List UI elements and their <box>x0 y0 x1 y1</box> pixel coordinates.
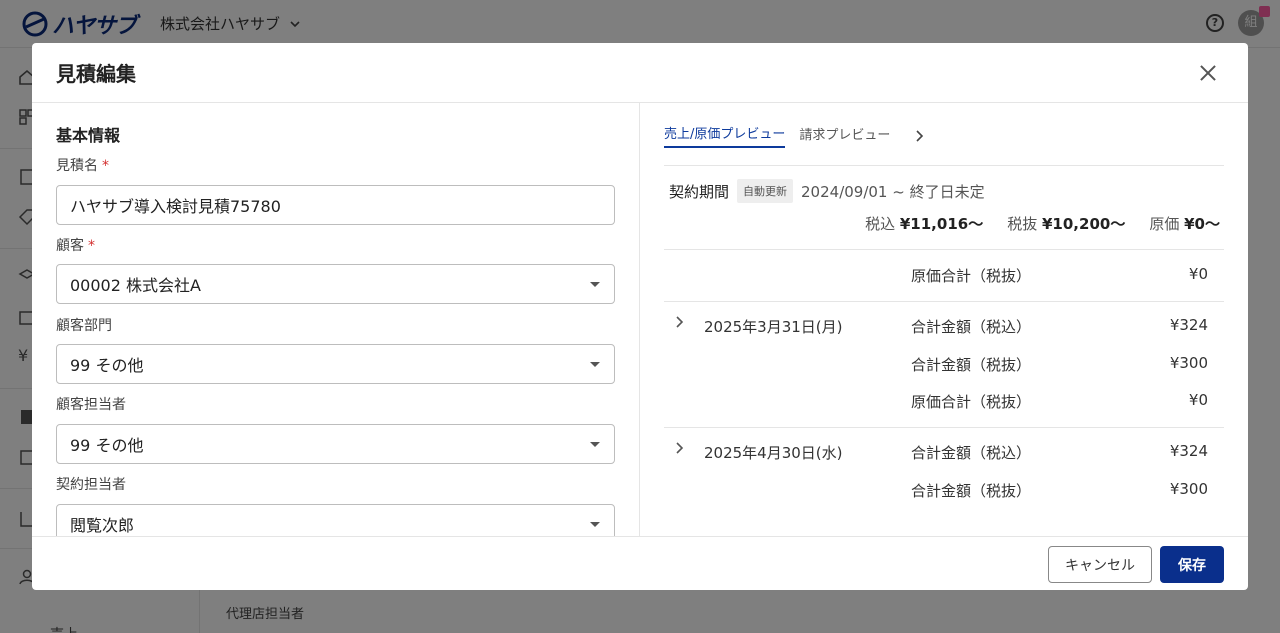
customer-contact-label: 顧客担当者 <box>56 394 126 414</box>
cancel-button[interactable]: キャンセル <box>1048 546 1152 583</box>
line-label: 合計金額（税抜） <box>911 356 1032 374</box>
field-value: 99 その他 <box>70 356 144 375</box>
preview-tabs: 売上/原価プレビュー 請求プレビュー <box>664 123 926 148</box>
summary-cost-value: ¥0 <box>1188 265 1208 283</box>
period-date: 2025年4月30日(水) <box>704 444 843 462</box>
customer-department-select[interactable]: 99 その他 <box>56 344 615 384</box>
dropdown-arrow-icon <box>590 282 600 287</box>
contract-period-label: 契約期間 <box>669 182 730 201</box>
field-label-text: 顧客担当者 <box>56 397 126 413</box>
tab-sales-cost-preview[interactable]: 売上/原価プレビュー <box>664 123 786 148</box>
field-label-text: 見積名 <box>56 158 98 174</box>
field-label-text: 契約担当者 <box>56 477 126 493</box>
customer-select[interactable]: 00002 株式会社A <box>56 264 615 304</box>
total-label: 原価 <box>1149 215 1180 233</box>
dropdown-arrow-icon <box>590 442 600 447</box>
field-label-text: 顧客 <box>56 238 84 254</box>
customer-department-label: 顧客部門 <box>56 315 112 335</box>
divider <box>664 427 1224 428</box>
contract-owner-label: 契約担当者 <box>56 474 126 494</box>
period-date: 2025年3月31日(月) <box>704 318 843 336</box>
line-value: ¥324 <box>1169 442 1208 460</box>
preview-pane[interactable]: 売上/原価プレビュー 請求プレビュー 契約期間 自動更新 2024/09/01 … <box>640 103 1248 536</box>
dropdown-arrow-icon <box>590 522 600 527</box>
dialog-body: 基本情報 見積名 * ハヤサブ導入検討見積75780 顧客 * 00002 株式会社… <box>32 103 1248 536</box>
line-label: 合計金額（税込） <box>911 444 1032 462</box>
field-label-text: 顧客部門 <box>56 318 112 334</box>
required-mark: * <box>102 158 109 174</box>
customer-contact-select[interactable]: 99 その他 <box>56 424 615 464</box>
field-value: 99 その他 <box>70 436 144 455</box>
total-tax-incl: 税込 ¥11,016〜 <box>865 213 983 234</box>
line-value: ¥300 <box>1169 354 1208 372</box>
total-value: ¥11,016〜 <box>899 215 984 233</box>
total-tax-excl: 税抜 ¥10,200〜 <box>1007 213 1125 234</box>
dialog-footer: キャンセル 保存 <box>32 536 1248 590</box>
summary-cost-label: 原価合計（税抜） <box>911 267 1032 285</box>
total-label: 税抜 <box>1007 215 1038 233</box>
estimate-edit-dialog: 見積編集 基本情報 見積名 * ハヤサブ導入検討見積75780 顧客 * 00002… <box>32 43 1248 590</box>
chevron-right-icon[interactable] <box>912 129 926 143</box>
section-title: 基本情報 <box>56 126 121 145</box>
contract-period: 契約期間 自動更新 2024/09/01 ~ 終了日未定 <box>669 179 985 203</box>
line-label: 合計金額（税込） <box>911 318 1032 336</box>
divider <box>664 249 1224 250</box>
field-value: 00002 株式会社A <box>70 276 201 295</box>
save-button[interactable]: 保存 <box>1160 546 1224 583</box>
total-cost: 原価 ¥0〜 <box>1149 213 1220 234</box>
field-value: 閲覧次郎 <box>70 516 135 535</box>
tab-billing-preview[interactable]: 請求プレビュー <box>799 124 890 147</box>
auto-renew-badge: 自動更新 <box>737 179 794 203</box>
tabs-divider <box>664 165 1224 166</box>
total-label: 税込 <box>865 215 896 233</box>
line-value: ¥0 <box>1188 391 1208 409</box>
line-value: ¥300 <box>1169 480 1208 498</box>
expand-chevron-icon[interactable] <box>674 315 686 329</box>
line-value: ¥324 <box>1169 316 1208 334</box>
totals-summary: 税込 ¥11,016〜 税抜 ¥10,200〜 原価 ¥0〜 <box>865 213 1220 234</box>
field-value: ハヤサブ導入検討見積75780 <box>70 197 281 216</box>
customer-label: 顧客 * <box>56 235 95 255</box>
contract-owner-select[interactable]: 閲覧次郎 <box>56 504 615 536</box>
estimate-name-label: 見積名 * <box>56 155 109 175</box>
close-icon[interactable] <box>1196 61 1220 85</box>
dialog-title: 見積編集 <box>56 62 136 86</box>
contract-dates: 2024/09/01 ~ 終了日未定 <box>801 182 985 201</box>
required-mark: * <box>88 238 95 254</box>
basic-info-pane[interactable]: 基本情報 見積名 * ハヤサブ導入検討見積75780 顧客 * 00002 株式会社… <box>32 103 640 536</box>
divider <box>664 301 1224 302</box>
total-value: ¥0〜 <box>1184 215 1220 233</box>
expand-chevron-icon[interactable] <box>674 441 686 455</box>
estimate-name-input[interactable]: ハヤサブ導入検討見積75780 <box>56 185 615 225</box>
total-value: ¥10,200〜 <box>1042 215 1126 233</box>
line-label: 合計金額（税抜） <box>911 482 1032 500</box>
line-label: 原価合計（税抜） <box>911 393 1032 411</box>
dropdown-arrow-icon <box>590 362 600 367</box>
dialog-header: 見積編集 <box>32 43 1248 103</box>
